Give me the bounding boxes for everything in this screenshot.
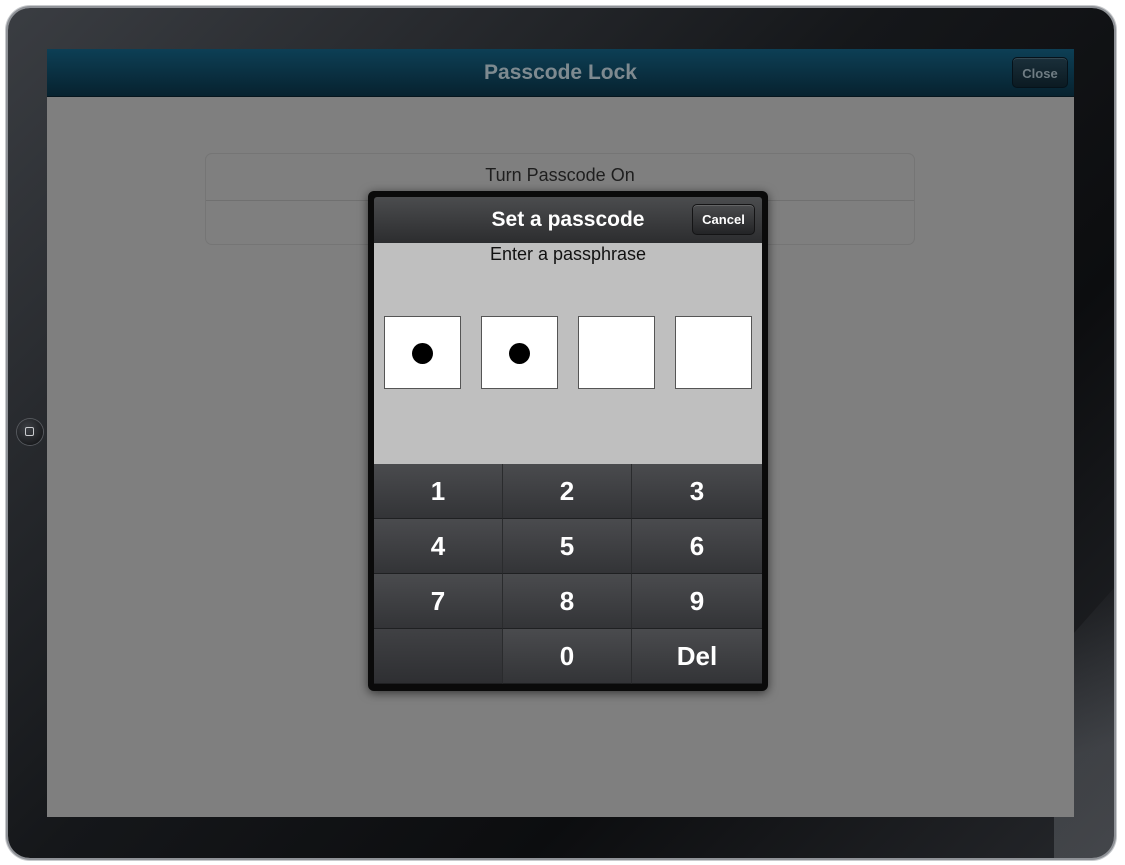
passcode-dot-icon: [509, 343, 530, 364]
dialog-header: Set a passcode Cancel: [374, 197, 762, 243]
numeric-keypad: 1 2 3 4 5 6 7 8 9 0 Del: [374, 464, 762, 684]
keypad-key-7[interactable]: 7: [374, 574, 503, 629]
screen: Passcode Lock Close Turn Passcode On Set…: [47, 49, 1074, 817]
home-button[interactable]: [17, 419, 43, 445]
passcode-digit-box: [481, 316, 558, 389]
passcode-digit-box: [675, 316, 752, 389]
passcode-digit-box: [384, 316, 461, 389]
keypad-blank-key: [374, 629, 503, 684]
passcode-entry-area: Enter a passphrase: [374, 243, 762, 464]
close-button[interactable]: Close: [1012, 57, 1068, 88]
set-passcode-dialog: Set a passcode Cancel Enter a passphrase…: [368, 191, 768, 691]
keypad-key-9[interactable]: 9: [632, 574, 762, 629]
home-square-icon: [25, 427, 34, 436]
keypad-key-3[interactable]: 3: [632, 464, 762, 519]
keypad-delete-key[interactable]: Del: [632, 629, 762, 684]
keypad-key-1[interactable]: 1: [374, 464, 503, 519]
keypad-key-0[interactable]: 0: [503, 629, 632, 684]
cancel-button[interactable]: Cancel: [692, 204, 755, 235]
passcode-digit-box: [578, 316, 655, 389]
page-title: Passcode Lock: [484, 61, 637, 84]
passcode-dot-icon: [412, 343, 433, 364]
keypad-key-5[interactable]: 5: [503, 519, 632, 574]
navigation-bar: Passcode Lock Close: [47, 49, 1074, 97]
keypad-key-4[interactable]: 4: [374, 519, 503, 574]
ipad-frame: Passcode Lock Close Turn Passcode On Set…: [8, 8, 1114, 858]
passcode-prompt: Enter a passphrase: [489, 244, 647, 264]
keypad-key-6[interactable]: 6: [632, 519, 762, 574]
keypad-key-2[interactable]: 2: [503, 464, 632, 519]
keypad-key-8[interactable]: 8: [503, 574, 632, 629]
